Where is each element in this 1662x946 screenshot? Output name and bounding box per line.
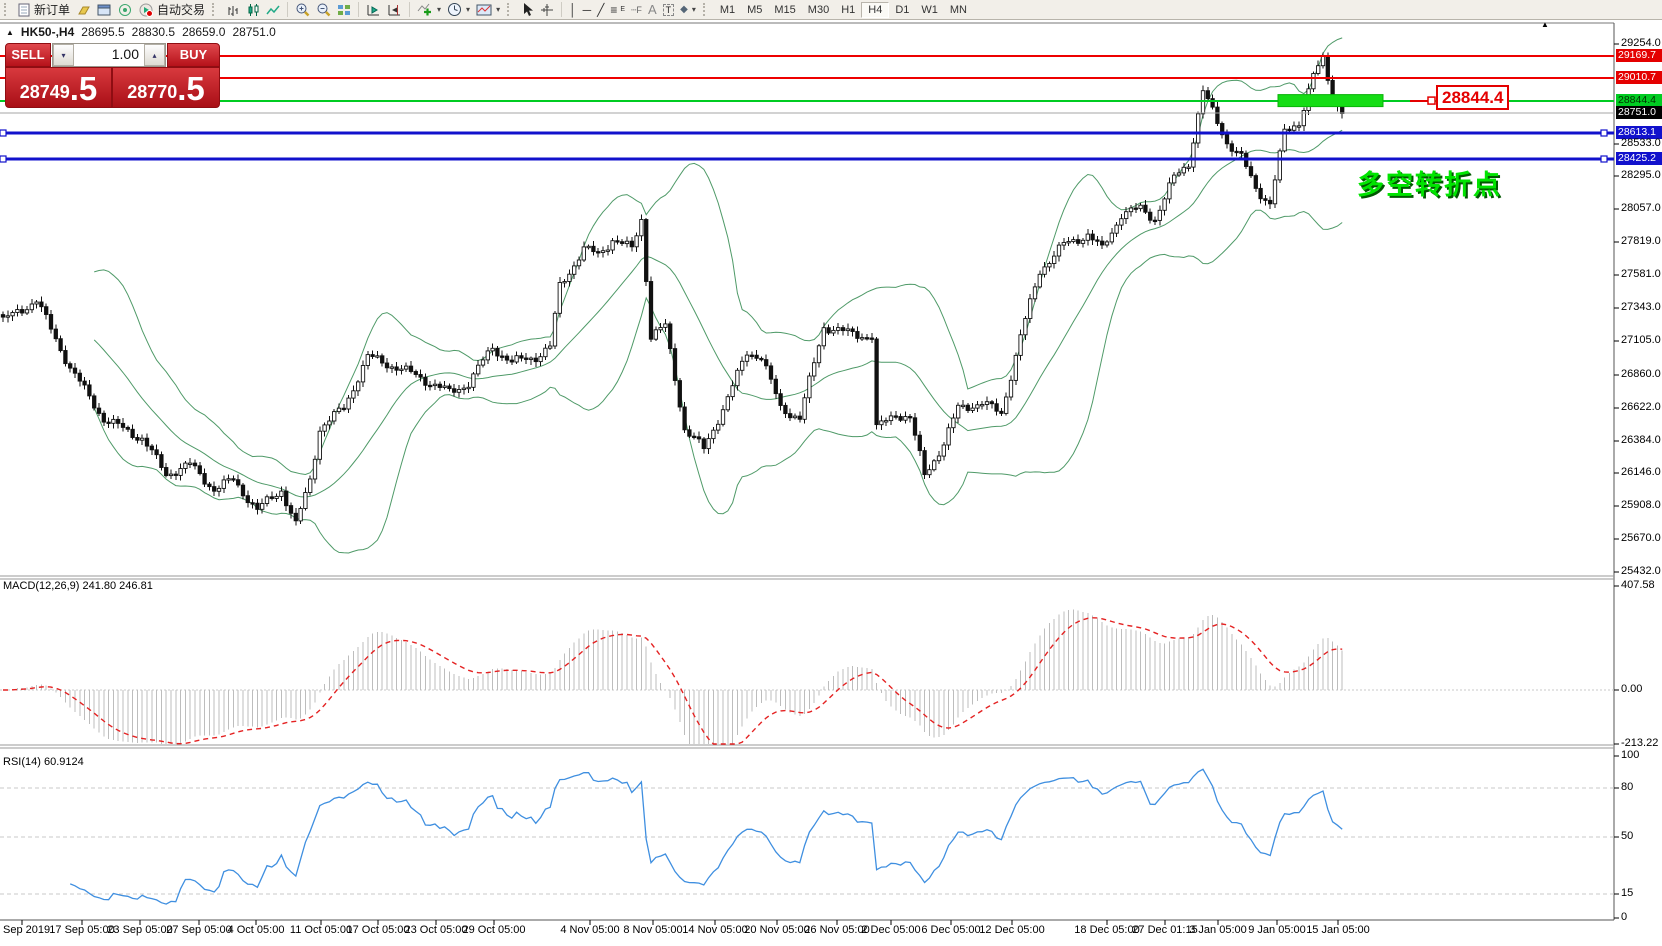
clock-icon [447,2,462,17]
templates-button[interactable]: ▾ [473,1,503,18]
trendline-tool[interactable]: ╱ [594,1,607,18]
tf-m5[interactable]: M5 [741,2,768,18]
buy-price-dec: .5 [177,72,205,105]
new-order-label: 新订单 [34,1,70,18]
hline-tool[interactable]: ─ [580,1,595,18]
chart-canvas[interactable] [0,0,1662,946]
price-callout-box: 28844.4 [1436,85,1509,110]
scroll-marker-icon: ▲ [1541,20,1549,29]
linechart-mode-button[interactable] [263,1,283,18]
label-icon: T [663,4,675,16]
ohlc-info-line: ▲ HK50-,H4 28695.5 28830.5 28659.0 28751… [6,25,276,39]
shapes-icon: ◆ [680,4,688,16]
zoom-out-button[interactable] [313,1,334,18]
symbol-period: HK50-,H4 [21,25,74,39]
fibonacci-icon: ≡ [610,4,617,16]
tf-d1[interactable]: D1 [889,2,915,18]
sell-price-button[interactable]: 28749 .5 [5,67,112,108]
fibonacci-tool[interactable]: ≡E [607,1,628,18]
autotrade-icon [139,3,154,17]
volume-stepper: ▾ 1.00 ▴ [52,43,166,67]
cursor-icon [521,2,534,17]
sell-price-dec: .5 [70,72,98,105]
templates-caret-icon[interactable]: ▾ [496,5,500,14]
cn-annotation-text: 多空转折点 [1357,163,1502,202]
toolbar-grip[interactable] [4,3,12,16]
chart-window-button[interactable] [94,1,115,18]
autotrade-label: 自动交易 [157,1,205,18]
templates-icon [476,3,492,17]
volume-decrease-button[interactable]: ▾ [53,44,74,66]
arrows-caret-icon[interactable]: ▾ [692,5,696,14]
text-icon: A [648,4,657,16]
tf-m30[interactable]: M30 [802,2,835,18]
linechart-icon [266,3,280,17]
crosshair-tool[interactable] [537,1,557,18]
buy-button[interactable]: BUY [167,43,220,67]
one-click-trading-panel: SELL ▾ 1.00 ▴ BUY 28749 .5 28770 .5 [5,43,218,104]
signal-icon [118,3,133,17]
volume-value[interactable]: 1.00 [74,44,144,66]
zoom-out-icon [316,2,331,17]
new-order-button[interactable]: 新订单 [15,1,73,18]
tf-m1[interactable]: M1 [714,2,741,18]
hline-icon: ─ [583,4,592,16]
cursor-tool[interactable] [518,1,537,18]
tile-windows-button[interactable] [334,1,354,18]
buy-price-int: 28770 [127,79,177,105]
signals-button[interactable] [115,1,136,18]
vline-tool[interactable]: │ [566,1,580,18]
tf-m15[interactable]: M15 [768,2,801,18]
chart-window-icon [97,3,112,17]
label-tool[interactable]: T [660,1,678,18]
toolbar: 新订单 自动交易 [0,0,1662,20]
zoom-in-icon [295,2,310,17]
chart-shift-icon [387,3,402,17]
volume-increase-button[interactable]: ▴ [144,44,165,66]
text-tool[interactable]: A [645,1,660,18]
macd-label: MACD(12,26,9) 241.80 246.81 [3,580,153,592]
tf-h4[interactable]: H4 [861,2,889,18]
vline-icon: │ [569,4,577,16]
low-value: 28659.0 [182,25,225,39]
autotrade-button[interactable]: 自动交易 [136,1,208,18]
cycles-tool[interactable]: ┄F [628,1,645,18]
zoom-in-button[interactable] [292,1,313,18]
arrows-tool[interactable]: ◆ ▾ [677,1,699,18]
barchart-mode-button[interactable] [223,1,243,18]
toolbar-grip[interactable] [703,3,711,16]
sell-button[interactable]: SELL [5,43,51,67]
periods-button[interactable]: ▾ [444,1,473,18]
panel-expander-icon[interactable]: ▲ [6,28,14,37]
indicators-caret-icon[interactable]: ▾ [437,5,441,14]
indicators-icon [417,2,433,17]
crosshair-icon [540,3,554,17]
chart-shift-button[interactable] [384,1,405,18]
rsi-label: RSI(14) 60.9124 [3,756,84,768]
toolbar-grip[interactable] [507,3,515,16]
sell-price-int: 28749 [20,79,70,105]
tf-mn[interactable]: MN [944,2,973,18]
toolbar-grip[interactable] [212,3,220,16]
cycles-icon: ┄F [631,4,642,16]
candlestick-mode-button[interactable] [243,1,263,18]
close-value: 28751.0 [232,25,275,39]
candlestick-icon [246,3,260,17]
buy-price-button[interactable]: 28770 .5 [112,67,220,108]
auto-scroll-button[interactable] [363,1,384,18]
new-order-icon [18,3,31,17]
trendline-icon: ╱ [597,4,604,16]
barchart-icon [226,3,240,17]
tf-h1[interactable]: H1 [835,2,861,18]
eraser-icon [76,3,91,17]
high-value: 28830.5 [132,25,175,39]
tf-w1[interactable]: W1 [915,2,944,18]
mt4-window: 新订单 自动交易 [0,0,1662,946]
periods-caret-icon[interactable]: ▾ [466,5,470,14]
auto-scroll-icon [366,3,381,17]
eraser-button[interactable] [73,1,94,18]
tile-windows-icon [337,3,351,17]
indicators-button[interactable]: ▾ [414,1,444,18]
open-value: 28695.5 [81,25,124,39]
